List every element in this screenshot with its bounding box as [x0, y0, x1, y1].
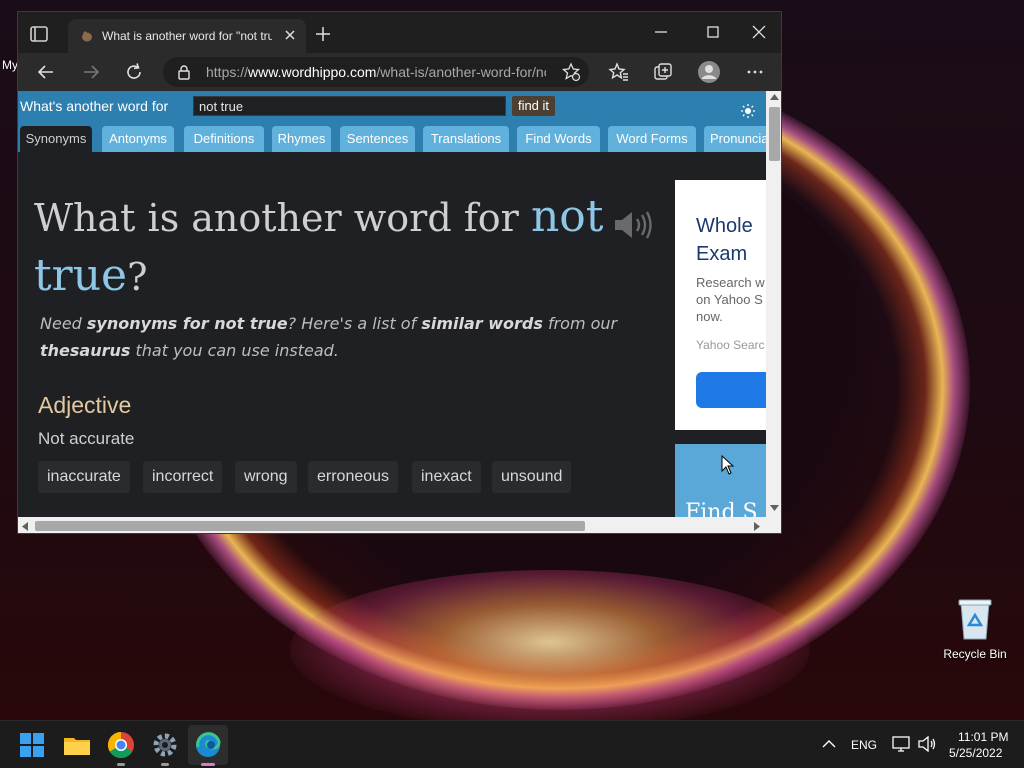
speaker-icon[interactable] — [612, 208, 654, 242]
browser-tab-active[interactable]: What is another word for "not true" — [68, 19, 306, 53]
file-explorer-icon[interactable] — [61, 729, 93, 761]
tab-find-words[interactable]: Find Words — [517, 126, 600, 152]
clock-date[interactable]: 5/25/2022 — [949, 746, 1002, 760]
edge-icon[interactable] — [192, 729, 224, 761]
scroll-left-icon[interactable] — [22, 522, 28, 531]
heading-highlight-word: true — [34, 250, 128, 301]
browser-toolbar: https://www.wordhippo.com/what-is/anothe… — [18, 53, 781, 91]
favorites-icon[interactable] — [608, 61, 630, 83]
theme-toggle-icon[interactable] — [740, 103, 756, 119]
profile-avatar-icon[interactable] — [697, 60, 721, 84]
synonym-word[interactable]: inaccurate — [38, 461, 130, 493]
page-viewport: What's another word for not true find it… — [18, 91, 766, 517]
add-favorite-icon[interactable] — [561, 62, 581, 82]
recycle-bin-icon — [958, 599, 992, 640]
main-content: What is another word for not true? Need s… — [18, 152, 675, 517]
forward-icon[interactable] — [80, 61, 102, 83]
synonym-word[interactable]: wrong — [235, 461, 297, 493]
intro-text: Need synonyms for not true? Here's a lis… — [40, 314, 618, 360]
vertical-scrollbar[interactable] — [766, 91, 781, 517]
desktop-icon-label-partial[interactable]: My — [2, 58, 18, 72]
site-nav-tabs: Synonyms Antonyms Definitions Rhymes Sen… — [18, 122, 766, 152]
maximize-icon[interactable] — [703, 22, 723, 42]
heading-highlight-word: not — [530, 191, 604, 242]
wordhippo-favicon-icon — [82, 31, 92, 42]
synonym-word[interactable]: erroneous — [308, 461, 399, 493]
ad-cta-button[interactable] — [696, 372, 766, 408]
tab-word-forms[interactable]: Word Forms — [608, 126, 696, 152]
scroll-right-icon[interactable] — [754, 522, 760, 531]
find-it-button[interactable]: find it — [512, 96, 555, 116]
synonym-word[interactable]: inexact — [412, 461, 481, 493]
tab-antonyms[interactable]: Antonyms — [102, 126, 174, 152]
ad-title[interactable]: Whole Exam — [696, 212, 766, 268]
language-indicator[interactable]: ENG — [851, 738, 877, 752]
edge-active-indicator — [201, 763, 215, 766]
settings-running-indicator — [161, 763, 169, 766]
back-icon[interactable] — [35, 61, 57, 83]
horizontal-scroll-thumb[interactable] — [35, 521, 585, 531]
url-text[interactable]: https://www.wordhippo.com/what-is/anothe… — [206, 64, 546, 80]
synonym-word[interactable]: unsound — [492, 461, 572, 493]
ad-panel[interactable]: Whole Exam Research w on Yahoo S now. Ya… — [675, 180, 766, 430]
network-icon[interactable] — [892, 736, 910, 752]
search-label: What's another word for — [20, 98, 169, 114]
chrome-running-indicator — [117, 763, 125, 766]
close-tab-icon[interactable] — [282, 27, 298, 43]
volume-icon[interactable] — [917, 736, 937, 752]
clock-time[interactable]: 11:01 PM — [958, 730, 1008, 744]
start-windows-icon[interactable] — [16, 729, 48, 761]
tab-sentences[interactable]: Sentences — [340, 126, 415, 152]
new-tab-icon[interactable] — [314, 25, 332, 43]
vertical-scroll-thumb[interactable] — [769, 107, 780, 161]
refresh-icon[interactable] — [123, 61, 145, 83]
synonym-word[interactable]: incorrect — [143, 461, 223, 493]
minimize-icon[interactable] — [651, 22, 671, 42]
close-window-icon[interactable] — [749, 22, 769, 42]
tab-rhymes[interactable]: Rhymes — [272, 126, 331, 152]
scroll-down-icon[interactable] — [770, 505, 779, 511]
wallpaper-glow — [290, 570, 810, 720]
browser-window: What is another word for "not true" http… — [17, 11, 782, 534]
tab-translations[interactable]: Translations — [423, 126, 509, 152]
ad2-text: Find S — [685, 500, 758, 517]
settings-gear-icon[interactable] — [149, 729, 181, 761]
collections-icon[interactable] — [652, 61, 674, 83]
chrome-icon[interactable] — [105, 729, 137, 761]
recycle-bin-label: Recycle Bin — [943, 647, 1007, 661]
chevron-up-icon[interactable] — [822, 739, 836, 749]
lock-icon[interactable] — [177, 64, 191, 80]
scroll-up-icon[interactable] — [770, 94, 779, 100]
horizontal-scrollbar[interactable] — [18, 517, 781, 533]
tab-synonyms[interactable]: Synonyms — [20, 126, 92, 152]
site-search-bar: What's another word for not true find it — [18, 91, 766, 122]
part-of-speech-heading: Adjective — [38, 392, 132, 418]
ad-text: Research w on Yahoo S now. — [696, 275, 765, 324]
ad-source: Yahoo Searc — [696, 338, 765, 352]
tab-strip: What is another word for "not true" — [18, 12, 781, 53]
tab-title: What is another word for "not true" — [102, 29, 272, 43]
tab-actions-icon[interactable] — [28, 23, 50, 45]
more-options-icon[interactable] — [744, 61, 766, 83]
tab-pronunciation[interactable]: Pronunciation — [704, 126, 766, 152]
page-title: What is another word for not true? — [34, 191, 604, 301]
recycle-bin-desktop-icon[interactable]: Recycle Bin — [942, 597, 1008, 667]
mouse-cursor-icon — [721, 455, 735, 475]
address-bar[interactable]: https://www.wordhippo.com/what-is/anothe… — [163, 57, 589, 87]
sense-label: Not accurate — [38, 429, 135, 448]
taskbar: ENG 11:01 PM 5/25/2022 — [0, 720, 1024, 768]
search-input[interactable]: not true — [193, 96, 506, 116]
tab-definitions[interactable]: Definitions — [184, 126, 264, 152]
